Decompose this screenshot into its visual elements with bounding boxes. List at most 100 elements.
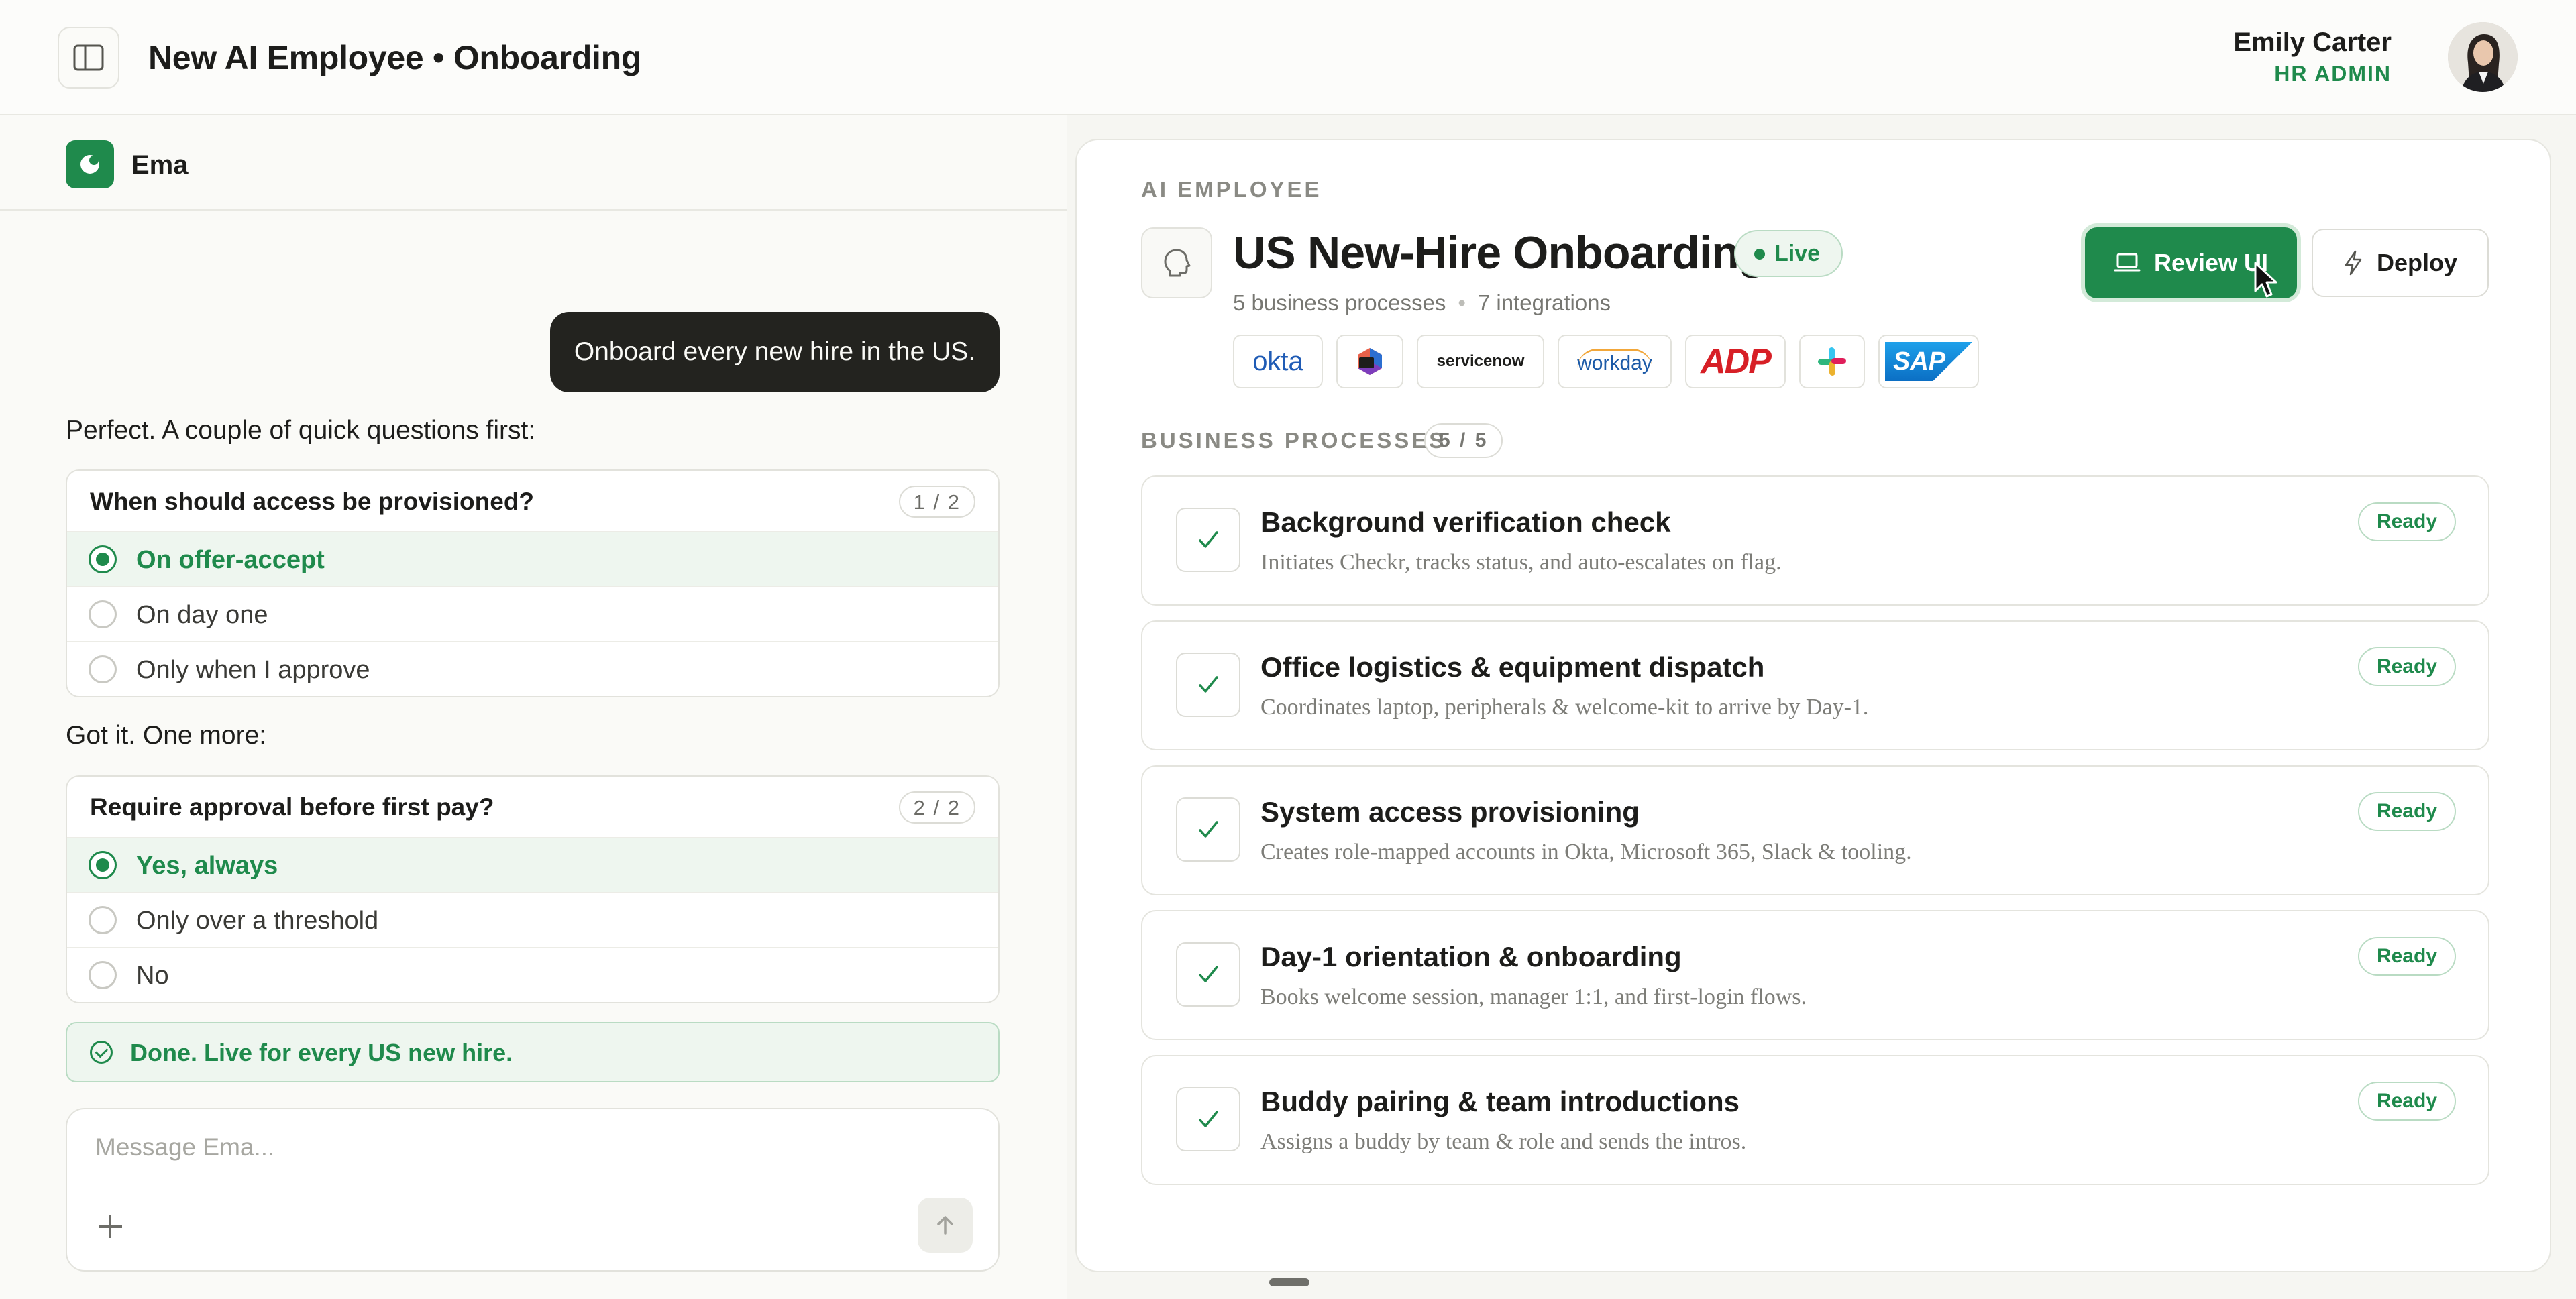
question-card-1: When should access be provisioned? 1 / 2… — [66, 469, 1000, 697]
checkmark-icon — [1176, 942, 1240, 1007]
radio-icon[interactable] — [89, 600, 117, 628]
servicenow-logo-icon: servicenow — [1417, 335, 1544, 388]
process-title: Buddy pairing & team introductions — [1260, 1086, 1740, 1117]
microsoft-365-logo-icon — [1336, 335, 1403, 388]
option-label: Only when I approve — [136, 656, 370, 684]
check-circle-icon — [90, 1041, 113, 1064]
radio-icon[interactable] — [89, 655, 117, 683]
process-description: Initiates Checkr, tracks status, and aut… — [1260, 550, 1782, 575]
process-description: Creates role-mapped accounts in Okta, Mi… — [1260, 840, 1912, 864]
option-only-when-i-approve[interactable]: Only when I approve — [67, 642, 998, 696]
user-role: HR ADMIN — [2274, 62, 2392, 86]
user-avatar-icon — [2448, 22, 2518, 92]
question-counter: 2 / 2 — [898, 791, 975, 824]
arrow-up-icon — [937, 1216, 953, 1235]
message-input[interactable] — [94, 1127, 902, 1168]
process-title: System access provisioning — [1260, 796, 1640, 828]
avatar[interactable] — [2448, 22, 2518, 92]
status-badge: Ready — [2357, 647, 2456, 686]
status-badge-live: Live — [1734, 230, 1843, 277]
laptop-icon — [2114, 253, 2141, 272]
assistant-message: Got it. One more: — [66, 721, 267, 750]
question-header: Require approval before first pay? 2 / 2 — [67, 777, 998, 838]
process-title: Background verification check — [1260, 506, 1671, 538]
radio-icon[interactable] — [89, 906, 117, 934]
processes-count: 5 business processes — [1233, 290, 1446, 315]
question-counter: 1 / 2 — [898, 486, 975, 518]
checkmark-icon — [1176, 797, 1240, 862]
status-badge: Ready — [2357, 937, 2456, 976]
process-description: Assigns a buddy by team & role and sends… — [1260, 1129, 1747, 1154]
process-row[interactable]: Office logistics & equipment dispatch Co… — [1141, 620, 2489, 750]
meta-separator: • — [1458, 290, 1466, 315]
radio-selected-icon[interactable] — [89, 851, 117, 879]
employee-meta: 5 business processes • 7 integrations — [1233, 289, 1611, 317]
processes-counter: 5 / 5 — [1424, 423, 1503, 458]
option-on-offer-accept[interactable]: On offer-accept — [67, 532, 998, 587]
option-only-over-threshold[interactable]: Only over a threshold — [67, 893, 998, 948]
agent-name: Ema — [131, 150, 189, 180]
page-title: New AI Employee • Onboarding — [148, 39, 642, 76]
add-attachment-icon[interactable] — [94, 1210, 127, 1243]
app-window: New AI Employee • Onboarding Emily Carte… — [0, 0, 2576, 1299]
checkmark-icon — [1176, 508, 1240, 572]
question-card-2: Require approval before first pay? 2 / 2… — [66, 775, 1000, 1003]
question-header: When should access be provisioned? 1 / 2 — [67, 471, 998, 532]
sidebar-icon — [73, 44, 104, 71]
process-description: Books welcome session, manager 1:1, and … — [1260, 984, 1807, 1009]
option-no[interactable]: No — [67, 948, 998, 1002]
question-title: Require approval before first pay? — [90, 793, 494, 821]
sap-logo-icon: SAP — [1878, 335, 1979, 388]
mouse-cursor-icon — [2254, 262, 2277, 298]
process-row[interactable]: Day-1 orientation & onboarding Books wel… — [1141, 910, 2489, 1040]
process-title: Day-1 orientation & onboarding — [1260, 941, 1682, 972]
process-title: Office logistics & equipment dispatch — [1260, 651, 1765, 683]
deploy-button[interactable]: Deploy — [2312, 229, 2489, 297]
deploy-label: Deploy — [2376, 249, 2458, 276]
checkmark-icon — [1176, 1087, 1240, 1151]
process-description: Coordinates laptop, peripherals & welcom… — [1260, 695, 1869, 720]
option-label: Yes, always — [136, 852, 278, 880]
top-bar: New AI Employee • Onboarding Emily Carte… — [0, 0, 2576, 115]
integrations-row: okta servicenow workday ADP SAP — [1233, 335, 1979, 388]
option-yes-always[interactable]: Yes, always — [67, 838, 998, 893]
resize-handle[interactable] — [1269, 1278, 1309, 1286]
radio-icon[interactable] — [89, 961, 117, 989]
option-label: On day one — [136, 601, 268, 629]
agent-header: Ema — [0, 115, 1067, 211]
process-row[interactable]: Buddy pairing & team introductions Assig… — [1141, 1055, 2489, 1185]
option-on-day-one[interactable]: On day one — [67, 587, 998, 642]
section-label-ai-employee: AI EMPLOYEE — [1141, 177, 1322, 202]
assistant-message: Perfect. A couple of quick questions fir… — [66, 416, 536, 445]
process-row[interactable]: Background verification check Initiates … — [1141, 475, 2489, 606]
radio-selected-icon[interactable] — [89, 545, 117, 573]
employee-name: US New-Hire Onboarding — [1233, 227, 1766, 278]
status-badge: Ready — [2357, 792, 2456, 831]
send-button[interactable] — [918, 1198, 973, 1253]
slack-logo-icon — [1799, 335, 1865, 388]
question-title: When should access be provisioned? — [90, 488, 535, 515]
status-badge: Ready — [2357, 1082, 2456, 1121]
integrations-count: 7 integrations — [1477, 290, 1611, 315]
review-ui-label: Review UI — [2153, 249, 2269, 276]
workday-logo-icon: workday — [1558, 335, 1672, 388]
lightning-icon — [2345, 250, 2362, 276]
process-row[interactable]: System access provisioning Creates role-… — [1141, 765, 2489, 895]
chat-panel: Ema Onboard every new hire in the US. Pe… — [0, 115, 1067, 1299]
adp-logo-icon: ADP — [1685, 335, 1786, 388]
user-name: Emily Carter — [2233, 27, 2392, 57]
done-text: Done. Live for every US new hire. — [130, 1039, 513, 1066]
done-banner: Done. Live for every US new hire. — [66, 1022, 1000, 1082]
okta-logo-icon: okta — [1233, 335, 1323, 388]
sidebar-toggle-button[interactable] — [58, 27, 119, 89]
ema-logo-icon — [66, 140, 114, 188]
option-label: No — [136, 962, 169, 990]
checkmark-icon — [1176, 653, 1240, 717]
user-message-text: Onboard every new hire in the US. — [574, 337, 976, 366]
user-info: Emily Carter HR ADMIN — [2233, 25, 2392, 89]
user-message-bubble: Onboard every new hire in the US. — [550, 312, 1000, 392]
section-label-business-processes: BUSINESS PROCESSES — [1141, 428, 1447, 453]
employee-avatar-icon — [1141, 227, 1212, 298]
status-badge: Ready — [2357, 502, 2456, 541]
message-composer — [66, 1108, 1000, 1272]
